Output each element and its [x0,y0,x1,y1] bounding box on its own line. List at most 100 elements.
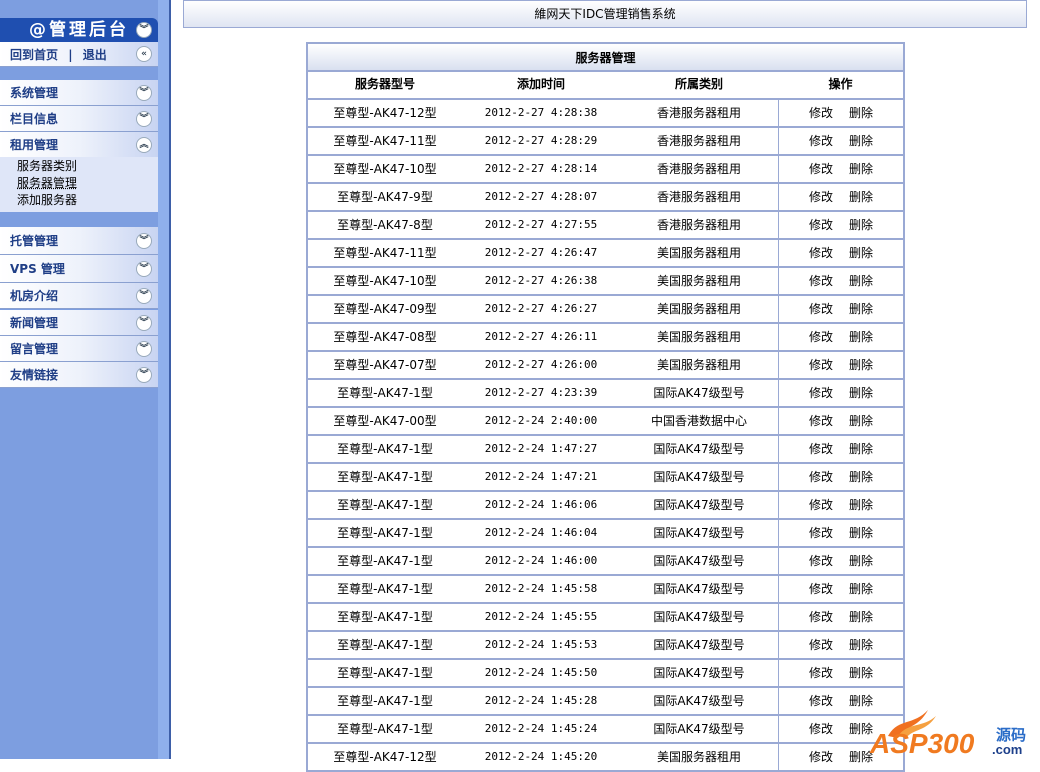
exit-link[interactable]: 退出 [83,48,107,62]
delete-link[interactable]: 删除 [849,604,873,630]
cell-category: 美国服务器租用 [656,358,741,372]
delete-link[interactable]: 删除 [849,436,873,462]
edit-link[interactable]: 修改 [809,604,833,630]
sidebar-menu-2[interactable]: 租用管理 ︽ [0,132,158,158]
edit-link[interactable]: 修改 [809,660,833,686]
edit-link[interactable]: 修改 [809,548,833,574]
cell-time: 2012-2-24 1:46:04 [484,526,598,539]
edit-link[interactable]: 修改 [809,128,833,154]
table-row: 至尊型-AK47-07型 2012-2-27 4:26:00 美国服务器租用 修… [308,352,903,380]
submenu-item-server-category[interactable]: 服务器类别 [17,158,158,175]
submenu-item-server-manage[interactable]: 服务器管理 [17,175,158,192]
cell-time: 2012-2-24 1:46:06 [484,498,598,511]
edit-link[interactable]: 修改 [809,576,833,602]
delete-link[interactable]: 删除 [849,324,873,350]
delete-link[interactable]: 删除 [849,268,873,294]
delete-link[interactable]: 删除 [849,408,873,434]
edit-link[interactable]: 修改 [809,240,833,266]
table-row: 至尊型-AK47-1型 2012-2-24 1:45:55 国际AK47级型号 … [308,604,903,632]
delete-link[interactable]: 删除 [849,492,873,518]
chevron-left-icon[interactable]: « [136,46,152,62]
edit-link[interactable]: 修改 [809,632,833,658]
cell-time: 2012-2-24 1:47:21 [484,470,598,483]
cell-model: 至尊型-AK47-00型 [333,414,437,428]
delete-link[interactable]: 删除 [849,352,873,378]
frame-divider[interactable] [158,0,171,759]
collapse-icon[interactable]: ︾ [136,22,152,38]
chevron-down-icon[interactable]: ︾ [136,314,152,331]
edit-link[interactable]: 修改 [809,352,833,378]
edit-link[interactable]: 修改 [809,156,833,182]
chevron-down-icon[interactable]: ︾ [136,366,152,383]
edit-link[interactable]: 修改 [809,464,833,490]
delete-link[interactable]: 删除 [849,184,873,210]
asp300-watermark-logo: ASP300 源码 .com [869,710,1026,758]
edit-link[interactable]: 修改 [809,212,833,238]
cell-category: 国际AK47级型号 [653,498,745,512]
edit-link[interactable]: 修改 [809,184,833,210]
delete-link[interactable]: 删除 [849,296,873,322]
chevron-down-icon[interactable]: ︾ [136,340,152,357]
cell-model: 至尊型-AK47-1型 [337,610,433,624]
delete-link[interactable]: 删除 [849,660,873,686]
table-row: 至尊型-AK47-08型 2012-2-27 4:26:11 美国服务器租用 修… [308,324,903,352]
edit-link[interactable]: 修改 [809,436,833,462]
sidebar-menu-5[interactable]: 机房介绍 ︾ [0,283,158,309]
cell-time: 2012-2-27 4:26:00 [484,358,598,371]
delete-link[interactable]: 删除 [849,156,873,182]
cell-category: 香港服务器租用 [656,134,741,148]
delete-link[interactable]: 删除 [849,380,873,406]
edit-link[interactable]: 修改 [809,520,833,546]
chevron-up-icon[interactable]: ︽ [136,136,152,153]
cell-category: 美国服务器租用 [656,750,741,764]
edit-link[interactable]: 修改 [809,744,833,770]
delete-link[interactable]: 删除 [849,520,873,546]
cell-model: 至尊型-AK47-1型 [337,638,433,652]
edit-link[interactable]: 修改 [809,688,833,714]
chevron-down-icon[interactable]: ︾ [136,260,152,277]
cell-time: 2012-2-27 4:28:29 [484,134,598,147]
delete-link[interactable]: 删除 [849,240,873,266]
cell-time: 2012-2-24 1:45:28 [484,694,598,707]
delete-link[interactable]: 删除 [849,632,873,658]
edit-link[interactable]: 修改 [809,716,833,742]
sidebar-menu-3[interactable]: 托管管理 ︾ [0,227,158,255]
delete-link[interactable]: 删除 [849,464,873,490]
sidebar-menu-1[interactable]: 栏目信息 ︾ [0,106,158,132]
chevron-down-icon[interactable]: ︾ [136,287,152,304]
cell-time: 2012-2-24 2:40:00 [484,414,598,427]
table-row: 至尊型-AK47-1型 2012-2-27 4:23:39 国际AK47级型号 … [308,380,903,408]
delete-link[interactable]: 删除 [849,576,873,602]
delete-link[interactable]: 删除 [849,212,873,238]
table-row: 至尊型-AK47-1型 2012-2-24 1:45:50 国际AK47级型号 … [308,660,903,688]
sidebar-menu-label: 留言管理 [10,342,59,356]
cell-model: 至尊型-AK47-07型 [333,358,437,372]
home-link[interactable]: 回到首页 [10,48,58,62]
edit-link[interactable]: 修改 [809,324,833,350]
chevron-down-icon[interactable]: ︾ [136,84,152,101]
edit-link[interactable]: 修改 [809,100,833,126]
cell-time: 2012-2-27 4:26:27 [484,302,598,315]
sidebar-menu-6[interactable]: 新闻管理 ︾ [0,310,158,336]
chevron-down-icon[interactable]: ︾ [136,110,152,127]
delete-link[interactable]: 删除 [849,548,873,574]
delete-link[interactable]: 删除 [849,100,873,126]
delete-link[interactable]: 删除 [849,128,873,154]
sidebar-menu-7[interactable]: 留言管理 ︾ [0,336,158,362]
page-title: 維网天下IDC管理销售系统 [183,0,1027,28]
edit-link[interactable]: 修改 [809,268,833,294]
cell-time: 2012-2-24 1:46:00 [484,554,598,567]
submenu-item-add-server[interactable]: 添加服务器 [17,192,158,209]
cell-category: 国际AK47级型号 [653,386,745,400]
sidebar-menu-4[interactable]: VPS 管理 ︾ [0,255,158,283]
edit-link[interactable]: 修改 [809,408,833,434]
sidebar-menu-0[interactable]: 系统管理 ︾ [0,80,158,106]
sidebar-menu-label: 托管管理 [10,234,59,248]
edit-link[interactable]: 修改 [809,296,833,322]
table-row: 至尊型-AK47-00型 2012-2-24 2:40:00 中国香港数据中心 … [308,408,903,436]
sidebar-menu-8[interactable]: 友情链接 ︾ [0,362,158,388]
table-row: 至尊型-AK47-11型 2012-2-27 4:28:29 香港服务器租用 修… [308,128,903,156]
edit-link[interactable]: 修改 [809,380,833,406]
chevron-down-icon[interactable]: ︾ [136,232,152,249]
edit-link[interactable]: 修改 [809,492,833,518]
